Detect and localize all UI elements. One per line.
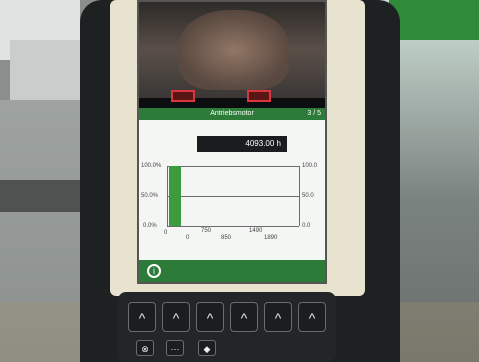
- page-indicator: 3 / 5: [307, 110, 321, 117]
- soft-key-4[interactable]: ^: [230, 302, 258, 332]
- x-tick-label: 0: [186, 235, 190, 241]
- menu-key[interactable]: ⋯: [166, 340, 184, 356]
- background-green-machine: [389, 0, 479, 40]
- right-tick-label: 50.0: [302, 193, 314, 199]
- camera-view: [139, 2, 325, 98]
- operating-hours-readout: 4093.00 h: [197, 136, 287, 152]
- soft-key-2[interactable]: ^: [162, 302, 190, 332]
- rpm-distribution-chart: 100.0% 50.0% 0.0% 100.0 50.0 0.0 0 750 8…: [139, 160, 325, 260]
- soft-key-1[interactable]: ^: [128, 302, 156, 332]
- red-soft-button-1[interactable]: [171, 90, 195, 102]
- mid-grid-line: [167, 196, 299, 197]
- y-tick-label: 50.0%: [141, 193, 159, 199]
- x-tick-label: 750: [201, 228, 212, 234]
- red-soft-button-2[interactable]: [247, 90, 271, 102]
- x-tick-label: 0: [164, 230, 168, 236]
- keypad: ^ ^ ^ ^ ^ ^ ⊗ ⋯ ◆: [118, 292, 336, 362]
- soft-key-6[interactable]: ^: [298, 302, 326, 332]
- chart-area: 4093.00 h 100.0% 50.0% 0.0% 100.0 50.0 0…: [139, 120, 325, 260]
- shortcut-key[interactable]: ◆: [198, 340, 216, 356]
- info-icon[interactable]: i: [147, 264, 161, 278]
- soft-key-3[interactable]: ^: [196, 302, 224, 332]
- y-tick-label: 100.0%: [141, 163, 162, 169]
- cancel-key[interactable]: ⊗: [136, 340, 154, 356]
- x-tick-label: 1490: [249, 228, 263, 234]
- bottom-toolbar: i: [139, 260, 325, 282]
- reflection-face: [179, 10, 289, 90]
- right-axis: [299, 166, 300, 226]
- bar-0-750: [169, 166, 181, 226]
- title-bar: Antriebsmotor 3 / 5: [139, 108, 325, 120]
- x-tick-label: 850: [221, 235, 232, 241]
- right-tick-label: 100.0: [302, 163, 318, 169]
- right-tick-label: 0.0: [302, 223, 311, 229]
- x-axis: [167, 226, 299, 227]
- screen-title: Antriebsmotor: [210, 110, 254, 117]
- top-grid-line: [167, 166, 299, 167]
- soft-key-5[interactable]: ^: [264, 302, 292, 332]
- x-tick-label: 1890: [264, 235, 278, 241]
- display-screen: Antriebsmotor 3 / 5 4093.00 h 100.0% 50.…: [137, 0, 327, 284]
- y-tick-label: 0.0%: [143, 223, 157, 229]
- background-rail: [0, 180, 80, 212]
